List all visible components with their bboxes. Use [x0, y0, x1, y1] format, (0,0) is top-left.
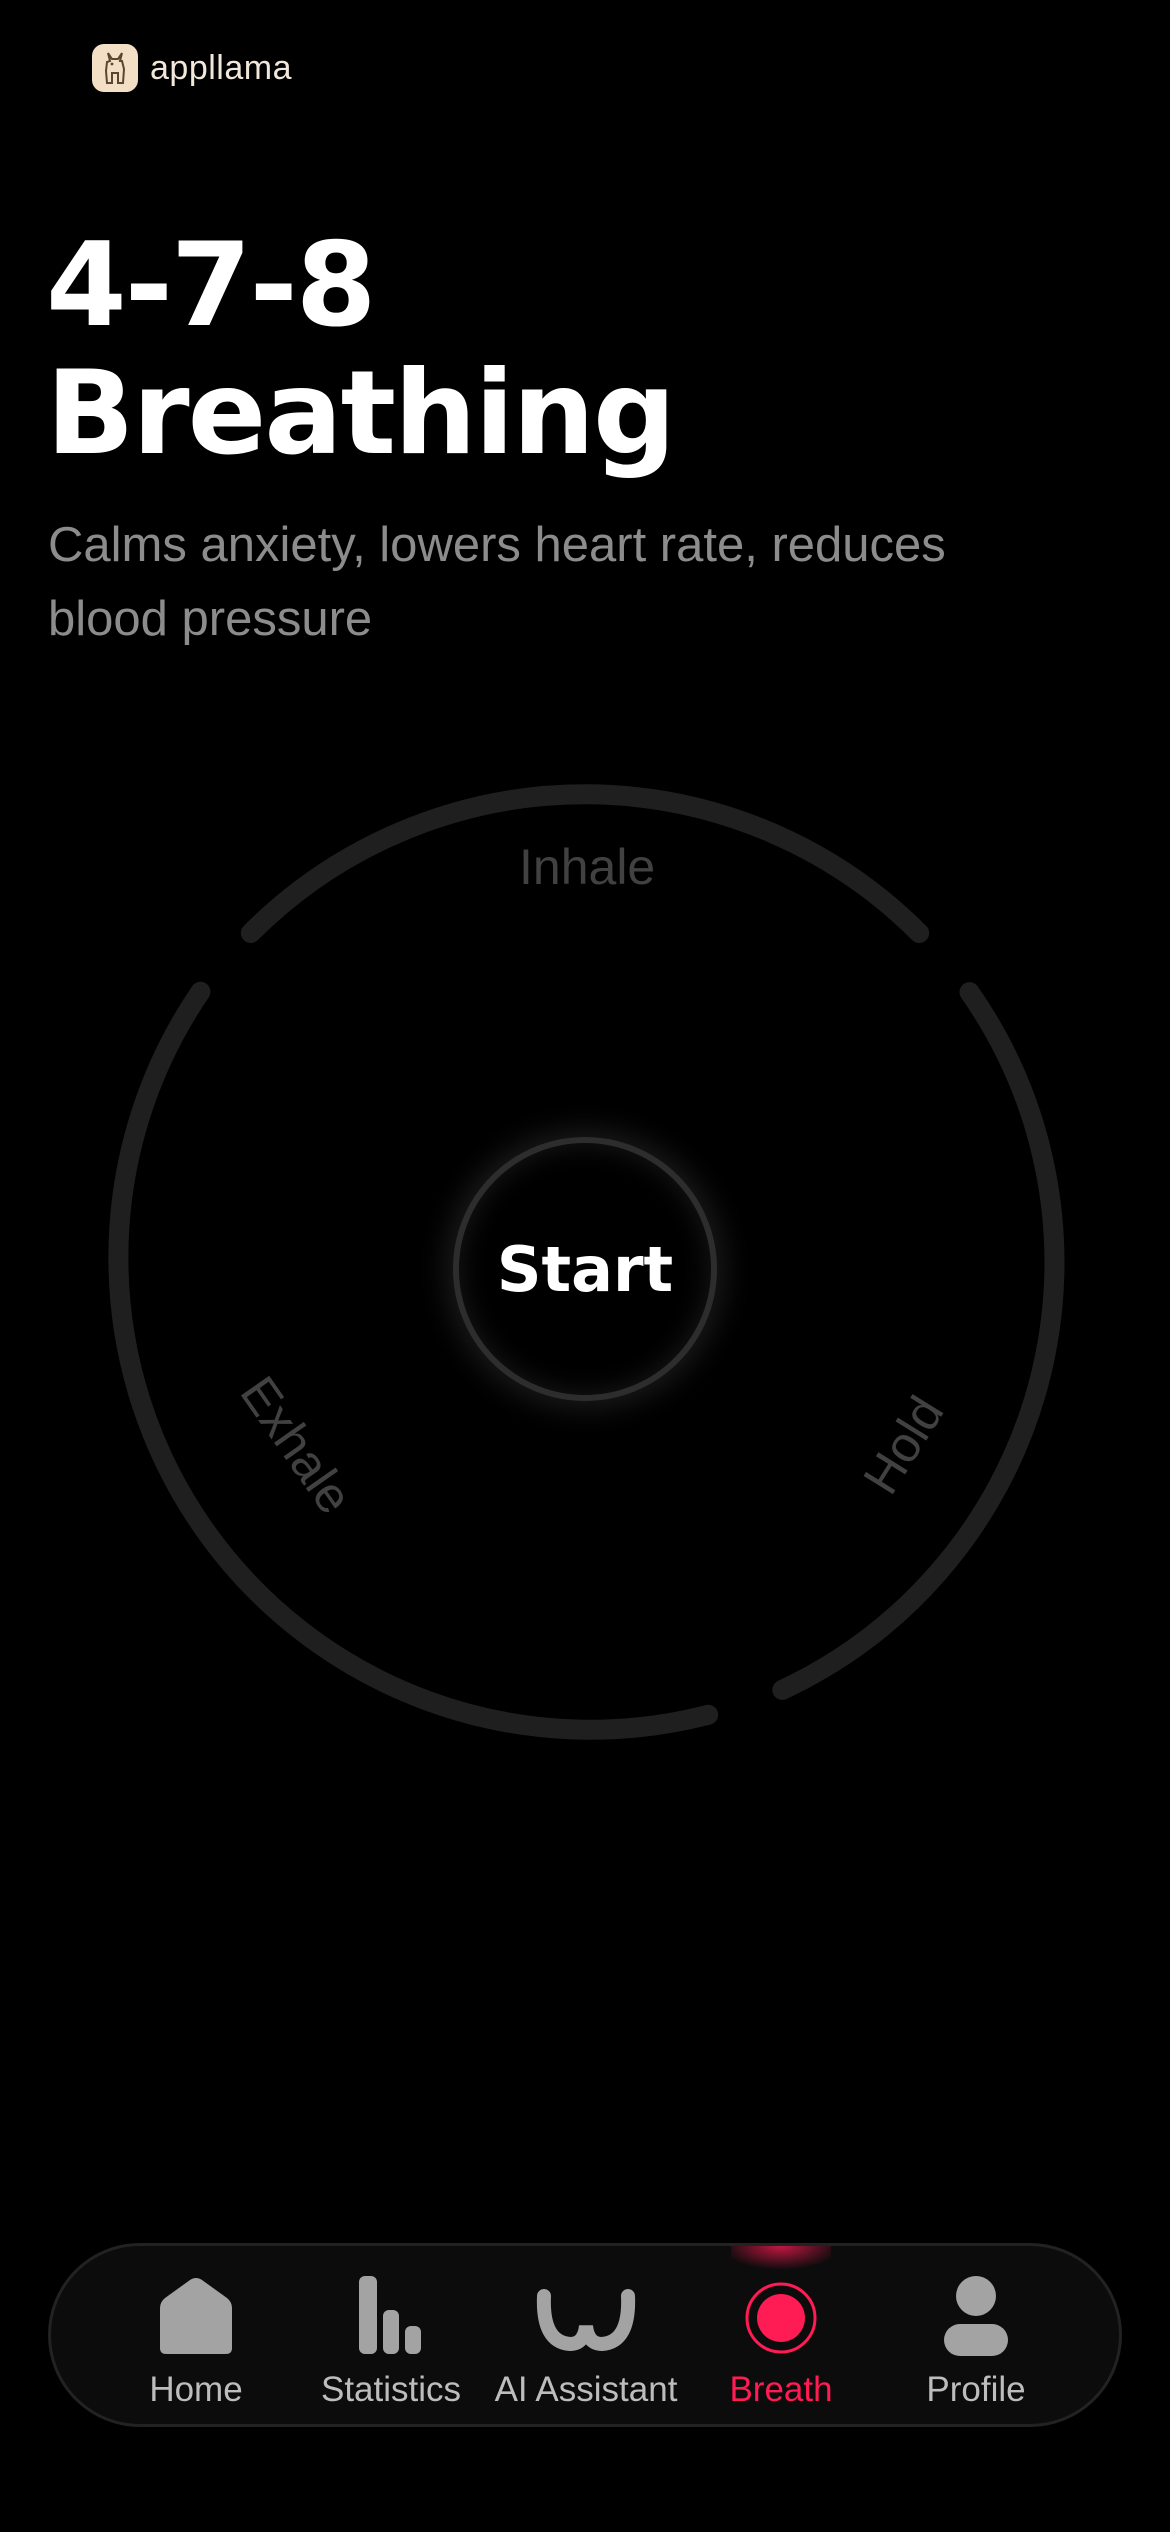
- start-button[interactable]: Start: [453, 1137, 717, 1401]
- bottom-tab-bar: Home Statistics AI Assistant Breath Prof…: [48, 2243, 1122, 2427]
- tab-label-home: Home: [149, 2370, 243, 2409]
- home-icon: [160, 2278, 232, 2354]
- tab-home[interactable]: Home: [98, 2246, 294, 2424]
- tab-label-profile: Profile: [926, 2370, 1026, 2409]
- tab-ai-assistant[interactable]: AI Assistant: [488, 2246, 684, 2424]
- tab-profile[interactable]: Profile: [878, 2246, 1074, 2424]
- ai-assistant-icon: [536, 2289, 636, 2352]
- ring-segment-hold: [772, 982, 1065, 1700]
- tab-breath[interactable]: Breath: [683, 2246, 879, 2424]
- tab-statistics[interactable]: Statistics: [293, 2246, 489, 2424]
- phase-label-inhale: Inhale: [519, 839, 656, 895]
- breath-cycle-ring: [108, 784, 1065, 1740]
- profile-icon: [944, 2276, 1008, 2356]
- tab-label-ai-assistant: AI Assistant: [494, 2370, 678, 2409]
- tab-label-statistics: Statistics: [320, 2370, 462, 2409]
- tab-label-breath: Breath: [729, 2370, 833, 2409]
- breath-icon: [745, 2282, 817, 2354]
- bar-chart-icon: [359, 2276, 421, 2354]
